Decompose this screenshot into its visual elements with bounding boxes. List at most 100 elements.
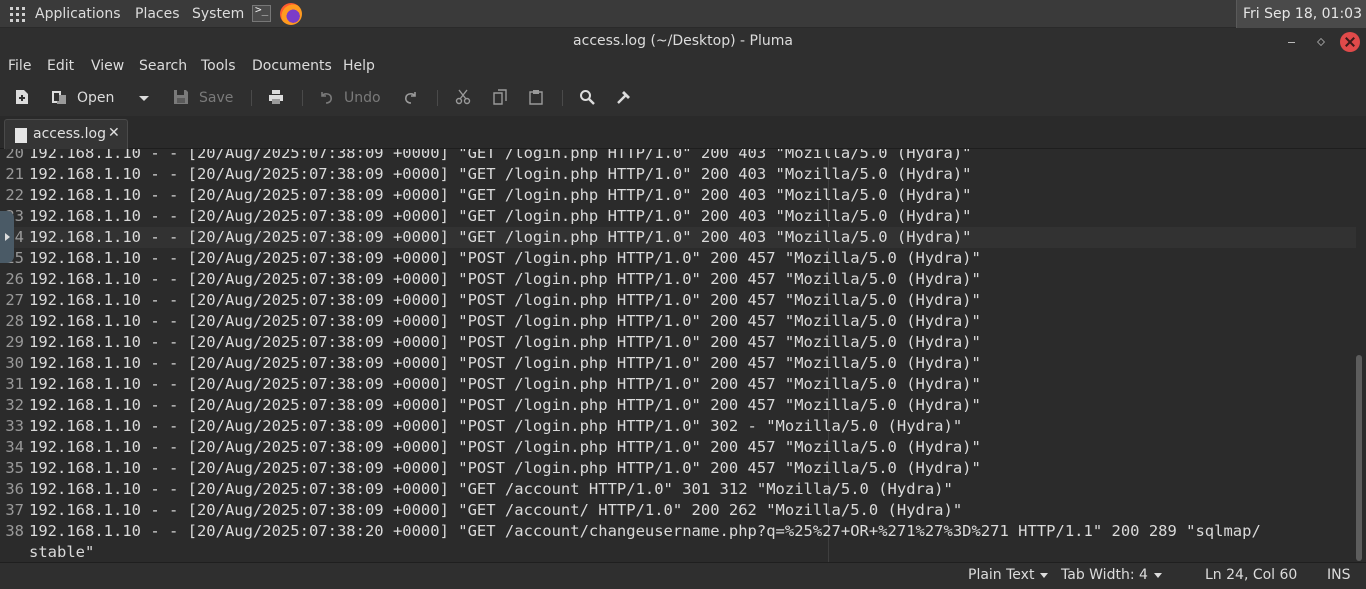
line-text[interactable]: 192.168.1.10 - - [20/Aug/2025:07:38:09 +… bbox=[29, 332, 981, 353]
tab-width-label: Tab Width: 4 bbox=[1061, 567, 1148, 583]
line-number: 20 bbox=[5, 149, 24, 162]
tab-access-log[interactable]: access.log ✕ bbox=[4, 119, 128, 149]
open-button[interactable]: Open bbox=[77, 86, 114, 110]
editor-line[interactable]: 29 192.168.1.10 - - [20/Aug/2025:07:38:09… bbox=[0, 332, 1356, 353]
new-document-icon[interactable] bbox=[14, 89, 30, 105]
cursor-position: Ln 24, Col 60 bbox=[1205, 567, 1298, 583]
line-text[interactable]: 192.168.1.10 - - [20/Aug/2025:07:38:09 +… bbox=[29, 269, 981, 290]
line-text[interactable]: 192.168.1.10 - - [20/Aug/2025:07:38:09 +… bbox=[29, 479, 953, 500]
line-text[interactable]: stable" bbox=[29, 542, 94, 562]
editor-line[interactable]: 24 192.168.1.10 - - [20/Aug/2025:07:38:09… bbox=[0, 227, 1356, 248]
undo-icon[interactable] bbox=[318, 89, 334, 105]
line-number: 30 bbox=[5, 354, 24, 372]
menu-file[interactable]: File bbox=[8, 56, 31, 76]
line-text[interactable]: 192.168.1.10 - - [20/Aug/2025:07:38:09 +… bbox=[29, 248, 981, 269]
redo-icon[interactable] bbox=[403, 89, 419, 105]
find-replace-icon[interactable] bbox=[616, 89, 632, 105]
text-editor[interactable]: 20 192.168.1.10 - - [20/Aug/2025:07:38:09… bbox=[0, 149, 1366, 562]
language-selector[interactable]: Plain Text bbox=[968, 567, 1049, 583]
tab-label: access.log bbox=[33, 126, 106, 142]
editor-line[interactable]: 27 192.168.1.10 - - [20/Aug/2025:07:38:09… bbox=[0, 290, 1356, 311]
close-window-icon[interactable] bbox=[1340, 32, 1360, 52]
line-text[interactable]: 192.168.1.10 - - [20/Aug/2025:07:38:09 +… bbox=[29, 500, 962, 521]
places-menu[interactable]: Places bbox=[135, 0, 180, 28]
editor-line[interactable]: 34 192.168.1.10 - - [20/Aug/2025:07:38:09… bbox=[0, 437, 1356, 458]
line-number: 34 bbox=[5, 438, 24, 456]
tab-width-selector[interactable]: Tab Width: 4 bbox=[1061, 567, 1162, 583]
line-text[interactable]: 192.168.1.10 - - [20/Aug/2025:07:38:09 +… bbox=[29, 437, 981, 458]
panel-clock[interactable]: Fri Sep 18, 01:03 bbox=[1235, 0, 1366, 28]
toolbar-separator bbox=[302, 90, 303, 106]
side-panel-toggle[interactable] bbox=[0, 211, 14, 263]
line-number: 36 bbox=[5, 480, 24, 498]
editor-line[interactable]: 26 192.168.1.10 - - [20/Aug/2025:07:38:09… bbox=[0, 269, 1356, 290]
cut-icon[interactable] bbox=[455, 89, 471, 105]
line-text[interactable]: 192.168.1.10 - - [20/Aug/2025:07:38:09 +… bbox=[29, 311, 981, 332]
close-tab-icon[interactable]: ✕ bbox=[108, 125, 120, 141]
editor-line[interactable]: 23 192.168.1.10 - - [20/Aug/2025:07:38:09… bbox=[0, 206, 1356, 227]
line-text[interactable]: 192.168.1.10 - - [20/Aug/2025:07:38:09 +… bbox=[29, 458, 981, 479]
line-text[interactable]: 192.168.1.10 - - [20/Aug/2025:07:38:09 +… bbox=[29, 185, 972, 206]
chevron-down-icon bbox=[1153, 572, 1162, 578]
scrollbar-thumb[interactable] bbox=[1356, 355, 1362, 561]
menu-documents[interactable]: Documents bbox=[252, 56, 332, 76]
menu-view[interactable]: View bbox=[91, 56, 124, 76]
open-icon[interactable] bbox=[51, 89, 67, 105]
top-panel: Applications Places System >_ Fri Sep 18… bbox=[0, 0, 1366, 28]
terminal-icon[interactable]: >_ bbox=[252, 3, 271, 22]
line-text[interactable]: 192.168.1.10 - - [20/Aug/2025:07:38:09 +… bbox=[29, 353, 981, 374]
editor-line[interactable]: 21 192.168.1.10 - - [20/Aug/2025:07:38:09… bbox=[0, 164, 1356, 185]
line-text[interactable]: 192.168.1.10 - - [20/Aug/2025:07:38:20 +… bbox=[29, 521, 1261, 542]
line-text[interactable]: 192.168.1.10 - - [20/Aug/2025:07:38:09 +… bbox=[29, 290, 981, 311]
line-number: 26 bbox=[5, 270, 24, 288]
line-text[interactable]: 192.168.1.10 - - [20/Aug/2025:07:38:09 +… bbox=[29, 164, 972, 185]
line-text[interactable]: 192.168.1.10 - - [20/Aug/2025:07:38:09 +… bbox=[29, 416, 962, 437]
editor-line[interactable]: 25 192.168.1.10 - - [20/Aug/2025:07:38:09… bbox=[0, 248, 1356, 269]
save-button[interactable]: Save bbox=[199, 86, 233, 110]
line-text[interactable]: 192.168.1.10 - - [20/Aug/2025:07:38:09 +… bbox=[29, 206, 972, 227]
editor-line[interactable]: 35 192.168.1.10 - - [20/Aug/2025:07:38:09… bbox=[0, 458, 1356, 479]
chevron-down-icon bbox=[1040, 572, 1049, 578]
maximize-icon[interactable] bbox=[1311, 32, 1331, 52]
minimize-icon[interactable] bbox=[1282, 32, 1302, 52]
save-icon[interactable] bbox=[173, 89, 189, 105]
firefox-icon[interactable] bbox=[280, 3, 302, 25]
system-menu[interactable]: System bbox=[192, 0, 244, 28]
search-icon[interactable] bbox=[579, 89, 595, 105]
editor-line[interactable]: 32 192.168.1.10 - - [20/Aug/2025:07:38:09… bbox=[0, 395, 1356, 416]
editor-line[interactable]: 22 192.168.1.10 - - [20/Aug/2025:07:38:09… bbox=[0, 185, 1356, 206]
line-text[interactable]: 192.168.1.10 - - [20/Aug/2025:07:38:09 +… bbox=[29, 149, 972, 164]
print-icon[interactable] bbox=[268, 89, 284, 105]
line-text[interactable]: 192.168.1.10 - - [20/Aug/2025:07:38:09 +… bbox=[29, 227, 972, 248]
menu-tools[interactable]: Tools bbox=[201, 56, 236, 76]
toolbar-separator bbox=[251, 90, 252, 106]
menu-help[interactable]: Help bbox=[343, 56, 375, 76]
line-number: 35 bbox=[5, 459, 24, 477]
editor-line[interactable]: 30 192.168.1.10 - - [20/Aug/2025:07:38:09… bbox=[0, 353, 1356, 374]
line-number: 38 bbox=[5, 522, 24, 540]
editor-line[interactable]: 36 192.168.1.10 - - [20/Aug/2025:07:38:09… bbox=[0, 479, 1356, 500]
editor-line[interactable]: 28 192.168.1.10 - - [20/Aug/2025:07:38:09… bbox=[0, 311, 1356, 332]
line-number: 22 bbox=[5, 186, 24, 204]
insert-mode[interactable]: INS bbox=[1327, 567, 1351, 583]
line-text[interactable]: 192.168.1.10 - - [20/Aug/2025:07:38:09 +… bbox=[29, 395, 981, 416]
app-grid-icon[interactable] bbox=[10, 7, 26, 23]
undo-button[interactable]: Undo bbox=[344, 86, 381, 110]
copy-icon[interactable] bbox=[492, 89, 508, 105]
paste-icon[interactable] bbox=[528, 89, 544, 105]
line-number: 21 bbox=[5, 165, 24, 183]
menu-search[interactable]: Search bbox=[139, 56, 187, 76]
line-text[interactable]: 192.168.1.10 - - [20/Aug/2025:07:38:09 +… bbox=[29, 374, 981, 395]
editor-line[interactable]: stable" bbox=[0, 542, 1356, 562]
window-title: access.log (~/Desktop) - Pluma bbox=[573, 33, 793, 49]
menu-edit[interactable]: Edit bbox=[47, 56, 74, 76]
editor-line[interactable]: 38 192.168.1.10 - - [20/Aug/2025:07:38:20… bbox=[0, 521, 1356, 542]
editor-line[interactable]: 20 192.168.1.10 - - [20/Aug/2025:07:38:09… bbox=[0, 149, 1356, 164]
editor-line[interactable]: 31 192.168.1.10 - - [20/Aug/2025:07:38:09… bbox=[0, 374, 1356, 395]
applications-menu[interactable]: Applications bbox=[35, 0, 121, 28]
open-recent-dropdown[interactable] bbox=[139, 86, 151, 110]
editor-line[interactable]: 33 192.168.1.10 - - [20/Aug/2025:07:38:09… bbox=[0, 416, 1356, 437]
status-bar: Plain Text Tab Width: 4 Ln 24, Col 60 IN… bbox=[0, 562, 1366, 589]
editor-line[interactable]: 37 192.168.1.10 - - [20/Aug/2025:07:38:09… bbox=[0, 500, 1356, 521]
line-number: 37 bbox=[5, 501, 24, 519]
